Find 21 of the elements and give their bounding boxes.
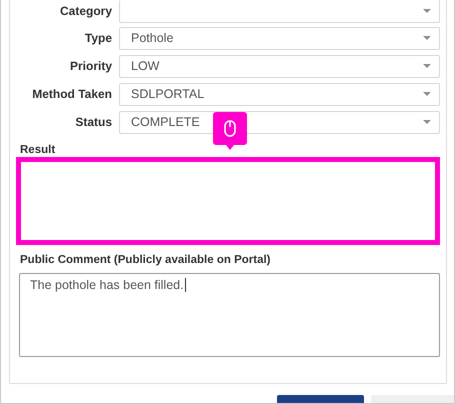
- field-label: Public Comment (Publicly available on Portal): [19, 253, 272, 267]
- dropdown-field[interactable]: LOW: [119, 54, 440, 78]
- dropdown-field[interactable]: Pothole: [119, 26, 440, 50]
- dropdown-field[interactable]: SDLPORTAL: [119, 82, 440, 106]
- field-label: Category: [58, 3, 113, 18]
- field-label: Method Taken: [31, 87, 113, 101]
- field-label: Type: [84, 31, 113, 45]
- field-label: Result: [19, 143, 56, 157]
- field-label: Priority: [68, 59, 113, 73]
- caret-icon: [423, 36, 431, 40]
- dropdown-field[interactable]: [119, 0, 440, 23]
- caret-icon: [423, 92, 431, 96]
- dropdown-field[interactable]: COMPLETE: [119, 110, 440, 134]
- comment-field[interactable]: The pothole has been filled.: [19, 273, 440, 357]
- caret-icon: [423, 120, 431, 124]
- text-cursor: [184, 278, 186, 292]
- result-field[interactable]: [16, 157, 440, 245]
- caret-icon: [423, 9, 431, 13]
- field-label: Status: [74, 115, 113, 129]
- caret-icon: [423, 64, 431, 68]
- mouse-callout-icon: [213, 112, 247, 150]
